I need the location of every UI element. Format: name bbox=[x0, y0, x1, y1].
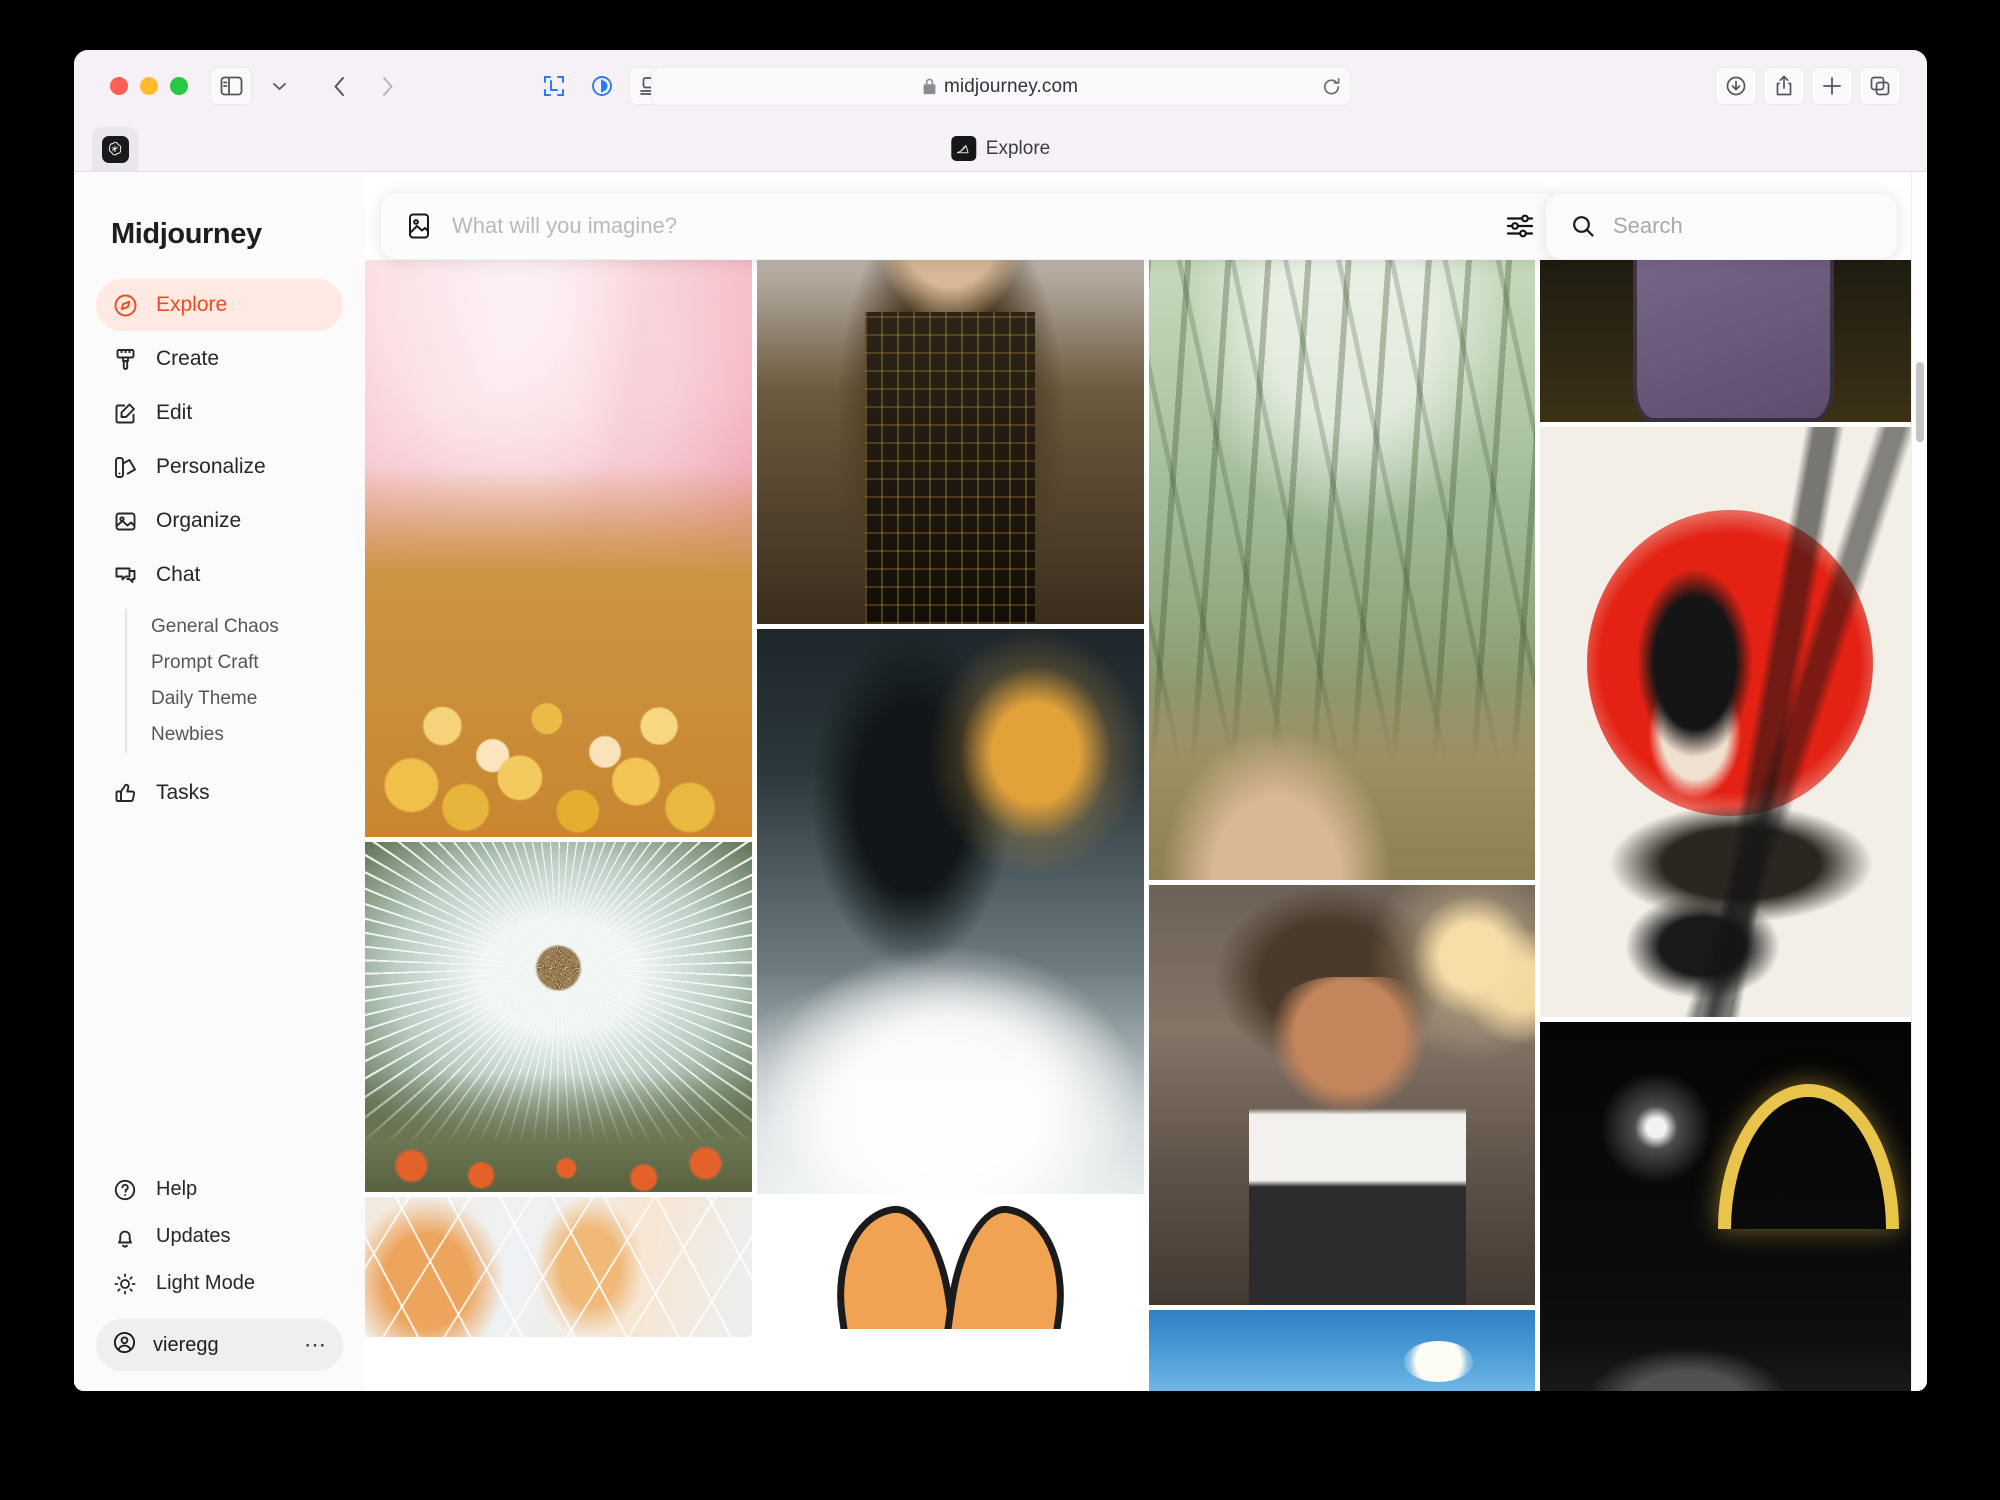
gallery-tile-cartoon-fox-ears[interactable] bbox=[757, 1199, 1144, 1329]
browser-window: midjourney.com bbox=[74, 50, 1927, 1391]
chat-channel-general-chaos[interactable]: General Chaos bbox=[151, 609, 343, 645]
share-icon[interactable] bbox=[1763, 67, 1805, 105]
gallery-tile-dandelion-tiny-workers[interactable] bbox=[365, 842, 752, 1192]
sidebar-nav: Explore Create bbox=[96, 279, 343, 819]
user-circle-icon bbox=[112, 1330, 137, 1361]
traffic-lights bbox=[110, 77, 188, 95]
scrollbar-thumb[interactable] bbox=[1916, 362, 1924, 442]
chat-channel-daily-theme[interactable]: Daily Theme bbox=[151, 681, 343, 717]
minimize-window-button[interactable] bbox=[140, 77, 158, 95]
masonry-column-1 bbox=[365, 172, 752, 1391]
sidebar-item-chat[interactable]: Chat bbox=[96, 549, 343, 601]
sidebar-item-personalize[interactable]: Personalize bbox=[96, 441, 343, 493]
toolbar-right-actions bbox=[1715, 67, 1901, 105]
search-bar[interactable] bbox=[1545, 192, 1898, 260]
app-brand: Midjourney bbox=[111, 218, 343, 251]
sidebar-item-label: Help bbox=[156, 1178, 197, 1201]
chat-channel-prompt-craft[interactable]: Prompt Craft bbox=[151, 645, 343, 681]
sidebar-icon[interactable] bbox=[210, 67, 252, 105]
pencil-square-icon bbox=[112, 400, 138, 426]
sidebar-item-label: Explore bbox=[156, 293, 227, 317]
shield-icon[interactable] bbox=[581, 67, 623, 105]
sliders-icon[interactable] bbox=[1506, 213, 1534, 239]
tab-explore[interactable]: Explore bbox=[951, 136, 1050, 161]
sidebar-item-label: Updates bbox=[156, 1225, 231, 1248]
close-window-button[interactable] bbox=[110, 77, 128, 95]
sidebar-item-organize[interactable]: Organize bbox=[96, 495, 343, 547]
explore-gallery bbox=[365, 172, 1927, 1391]
tab-title: Explore bbox=[986, 138, 1050, 160]
url-text: midjourney.com bbox=[944, 76, 1078, 98]
sidebar-item-tasks[interactable]: Tasks bbox=[96, 767, 343, 819]
sidebar-item-label: Tasks bbox=[156, 781, 210, 805]
sidebar-item-label: Organize bbox=[156, 509, 241, 533]
sidebar-item-edit[interactable]: Edit bbox=[96, 387, 343, 439]
gallery-tile-3d-chef-character[interactable] bbox=[1149, 885, 1536, 1305]
chat-channel-list: General Chaos Prompt Craft Daily Theme N… bbox=[125, 609, 343, 753]
sidebar-item-label: Chat bbox=[156, 563, 200, 587]
zoom-window-button[interactable] bbox=[170, 77, 188, 95]
sidebar-item-label: Create bbox=[156, 347, 219, 371]
tab-strip: Explore bbox=[74, 122, 1927, 172]
sidebar-item-label: Light Mode bbox=[156, 1272, 255, 1295]
image-masonry-grid bbox=[365, 172, 1927, 1391]
gallery-tile-geisha-red-sun-sumie[interactable] bbox=[1540, 427, 1927, 1017]
sidebar-item-create[interactable]: Create bbox=[96, 333, 343, 385]
user-name: vieregg bbox=[153, 1334, 288, 1357]
page-content: Midjourney Explore bbox=[74, 172, 1927, 1391]
search-input[interactable] bbox=[1613, 213, 1901, 239]
sidebar-item-label: Personalize bbox=[156, 455, 266, 479]
sidebar-footer: Help Updates bbox=[96, 1166, 343, 1371]
sidebar-spacer bbox=[96, 819, 343, 1166]
question-circle-icon bbox=[112, 1177, 138, 1203]
tab-overview-icon[interactable] bbox=[1859, 67, 1901, 105]
download-icon[interactable] bbox=[1715, 67, 1757, 105]
app-sidebar: Midjourney Explore bbox=[74, 172, 365, 1391]
reload-icon[interactable] bbox=[1322, 77, 1341, 96]
sidebar-item-explore[interactable]: Explore bbox=[96, 279, 343, 331]
swatches-icon bbox=[112, 454, 138, 480]
lock-icon bbox=[923, 78, 936, 95]
gallery-tile-mcdonalds-night-noir[interactable] bbox=[1540, 1022, 1927, 1391]
midjourney-icon bbox=[951, 136, 976, 161]
sidebar-item-light-mode[interactable]: Light Mode bbox=[96, 1260, 343, 1307]
gallery-tile-pastel-mosaic[interactable] bbox=[365, 1197, 752, 1337]
forward-icon[interactable] bbox=[366, 67, 408, 105]
chat-channel-newbies[interactable]: Newbies bbox=[151, 717, 343, 753]
gallery-tile-dinosaur-jungle-chase[interactable] bbox=[1149, 205, 1536, 880]
browser-toolbar: midjourney.com bbox=[74, 50, 1927, 122]
masonry-column-3 bbox=[1149, 172, 1536, 1391]
gallery-tile-pink-fur-gold-coins[interactable] bbox=[365, 177, 752, 837]
image-icon[interactable] bbox=[406, 212, 432, 240]
viewport-icon[interactable] bbox=[533, 67, 575, 105]
gallery-tile-dark-horse-carriage[interactable] bbox=[757, 629, 1144, 1194]
image-icon bbox=[112, 508, 138, 534]
masonry-column-4 bbox=[1540, 172, 1927, 1391]
gallery-scrollbar[interactable] bbox=[1911, 172, 1927, 1391]
compass-icon bbox=[112, 292, 138, 318]
sidebar-item-help[interactable]: Help bbox=[96, 1166, 343, 1213]
masonry-column-2 bbox=[757, 172, 1144, 1391]
user-account-row[interactable]: vieregg ⋯ bbox=[96, 1319, 343, 1371]
paintbrush-icon bbox=[112, 346, 138, 372]
address-bar[interactable]: midjourney.com bbox=[651, 67, 1351, 106]
thumbs-up-icon bbox=[112, 780, 138, 806]
new-tab-icon[interactable] bbox=[1811, 67, 1853, 105]
back-icon[interactable] bbox=[318, 67, 360, 105]
sidebar-item-label: Edit bbox=[156, 401, 192, 425]
bell-icon bbox=[112, 1224, 138, 1250]
tab-chatgpt[interactable] bbox=[92, 127, 138, 171]
search-icon bbox=[1571, 214, 1595, 238]
chevron-down-icon[interactable] bbox=[258, 67, 300, 105]
gallery-tile-blue-sky-moon[interactable] bbox=[1149, 1310, 1536, 1391]
chatgpt-icon bbox=[102, 136, 129, 163]
prompt-bar[interactable] bbox=[380, 192, 1560, 260]
sun-icon bbox=[112, 1271, 138, 1297]
chat-bubbles-icon bbox=[112, 562, 138, 588]
prompt-input[interactable] bbox=[452, 213, 1486, 239]
sidebar-item-updates[interactable]: Updates bbox=[96, 1213, 343, 1260]
